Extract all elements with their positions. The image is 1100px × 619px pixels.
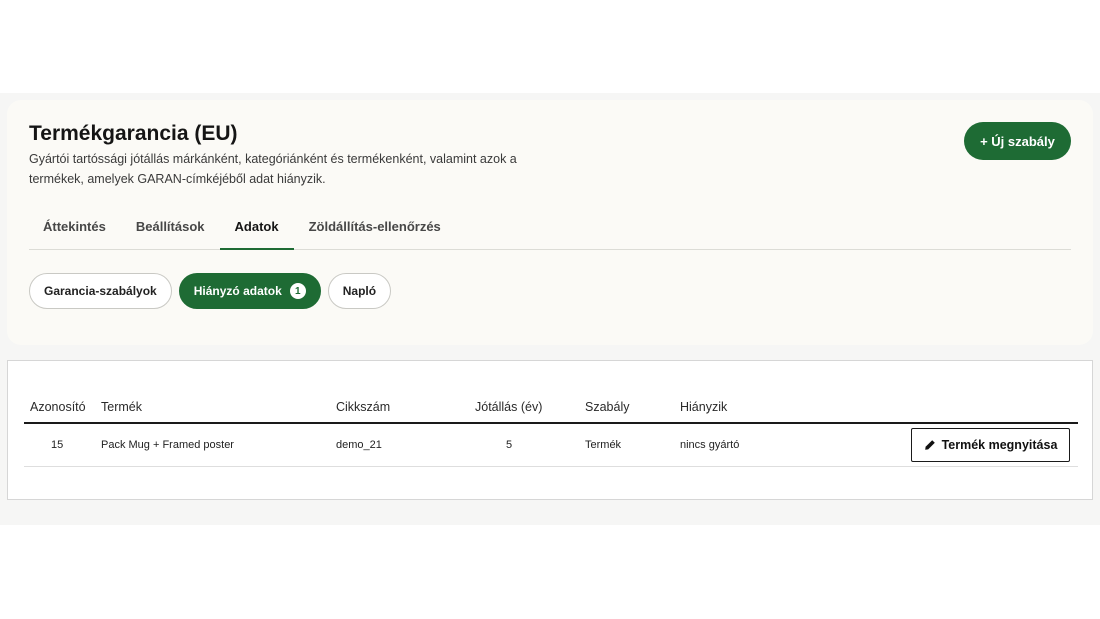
column-header-sku: Cikkszám xyxy=(336,400,391,414)
table-header: Azonosító Termék Cikkszám Jótállás (év) … xyxy=(24,398,1078,424)
tab-greenwashing-check[interactable]: Zöldállítás-ellenőrzés xyxy=(294,209,456,250)
column-header-rule: Szabály xyxy=(585,400,630,414)
new-rule-button[interactable]: + Új szabály xyxy=(964,122,1071,160)
cell-warranty: 5 xyxy=(506,439,513,451)
tab-data[interactable]: Adatok xyxy=(219,209,294,250)
count-badge: 1 xyxy=(289,283,306,299)
pill-warranty-rules[interactable]: Garancia-szabályok xyxy=(29,273,172,309)
page-description: Gyártói tartóssági jótállás márkánként, … xyxy=(29,152,517,186)
missing-data-table: Azonosító Termék Cikkszám Jótállás (év) … xyxy=(7,360,1093,500)
pill-label: Hiányzó adatok xyxy=(193,284,282,298)
page-title: Termékgarancia (EU) xyxy=(29,122,238,145)
open-product-button[interactable]: Termék megnyitása xyxy=(911,428,1070,462)
column-header-id: Azonosító xyxy=(30,400,86,414)
pill-missing-data[interactable]: Hiányzó adatok 1 xyxy=(178,273,321,309)
cell-missing: nincs gyártó xyxy=(680,439,740,451)
tab-bar: Áttekintés Beállítások Adatok Zöldállítá… xyxy=(29,209,1071,250)
column-header-missing: Hiányzik xyxy=(680,400,728,414)
pill-log[interactable]: Napló xyxy=(327,273,392,309)
cell-id: 15 xyxy=(51,439,64,451)
pill-label: Napló xyxy=(342,284,377,298)
open-product-label: Termék megnyitása xyxy=(941,438,1058,452)
cell-sku: demo_21 xyxy=(336,439,382,451)
table-row: 15 Pack Mug + Framed poster demo_21 5 Te… xyxy=(24,425,1078,467)
pill-label: Garancia-szabályok xyxy=(44,284,157,298)
column-header-product: Termék xyxy=(101,400,142,414)
tab-overview[interactable]: Áttekintés xyxy=(29,209,121,250)
pencil-icon xyxy=(924,439,936,451)
column-header-warranty: Jótállás (év) xyxy=(475,400,543,414)
tab-settings[interactable]: Beállítások xyxy=(121,209,220,250)
subview-pills: Garancia-szabályok Hiányzó adatok 1 Napl… xyxy=(29,273,392,309)
warranty-header-card: Termékgarancia (EU) Gyártói tartóssági j… xyxy=(7,100,1093,345)
cell-rule: Termék xyxy=(585,439,622,451)
cell-product: Pack Mug + Framed poster xyxy=(101,439,234,451)
